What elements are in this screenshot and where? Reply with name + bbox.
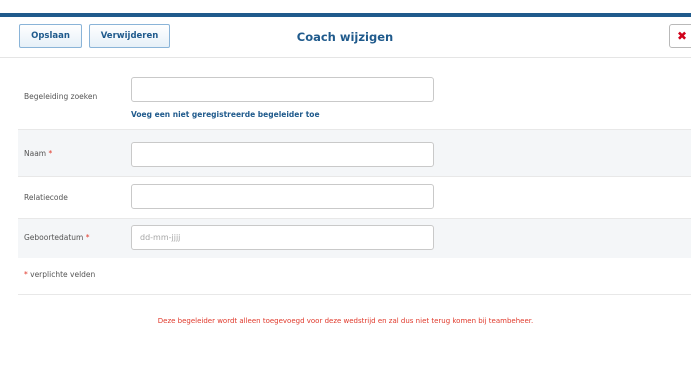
close-button[interactable]: ✖ xyxy=(669,24,691,48)
search-row: Begeleiding zoeken Voeg een niet geregis… xyxy=(18,67,691,129)
delete-button[interactable]: Verwijderen xyxy=(89,24,170,48)
relation-code-label: Relatiecode xyxy=(24,193,68,202)
warning-message: Deze begeleider wordt alleen toegevoegd … xyxy=(157,317,534,325)
search-label: Begeleiding zoeken xyxy=(24,92,98,101)
name-input[interactable] xyxy=(131,142,434,167)
birthdate-input[interactable] xyxy=(131,225,434,250)
footnote-text: verplichte velden xyxy=(27,270,96,279)
name-label: Naam * xyxy=(24,149,52,158)
dialog-header: Opslaan Verwijderen Coach wijzigen ✖ xyxy=(0,17,691,57)
relation-code-row: Relatiecode xyxy=(18,176,691,218)
birthdate-label-text: Geboortedatum xyxy=(24,233,84,242)
dialog-title: Coach wijzigen xyxy=(296,30,394,44)
birthdate-row: Geboortedatum * xyxy=(18,218,691,258)
save-button[interactable]: Opslaan xyxy=(19,24,82,48)
name-required-mark: * xyxy=(48,149,53,158)
footer-divider xyxy=(18,294,691,295)
close-icon: ✖ xyxy=(676,29,688,43)
name-label-text: Naam xyxy=(24,149,47,158)
header-divider xyxy=(0,57,691,58)
birthdate-label: Geboortedatum * xyxy=(24,233,90,242)
relation-code-input[interactable] xyxy=(131,184,434,209)
name-row: Naam * xyxy=(18,129,691,176)
add-unregistered-link[interactable]: Voeg een niet geregistreerde begeleider … xyxy=(131,110,320,119)
search-input[interactable] xyxy=(131,77,434,102)
required-fields-note: * verplichte velden xyxy=(24,270,95,279)
birthdate-required-mark: * xyxy=(85,233,90,242)
